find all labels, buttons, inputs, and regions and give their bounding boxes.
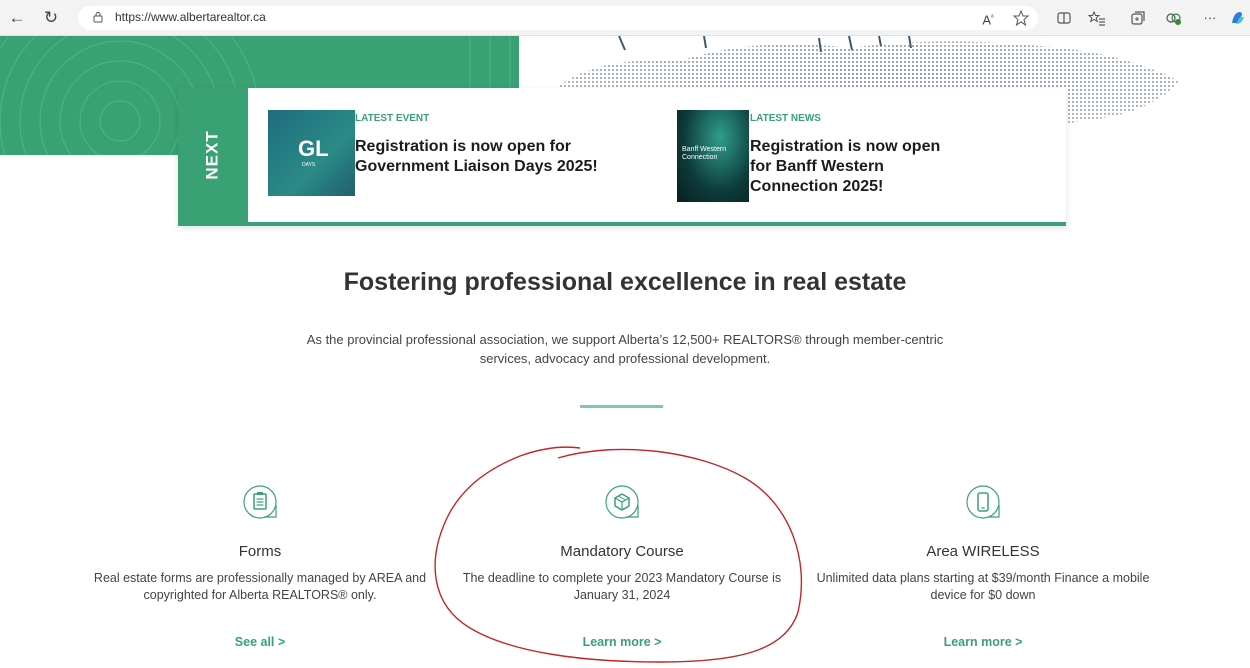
feature-course-title: Mandatory Course — [560, 543, 684, 560]
event-thumb-sub: DAYS — [302, 162, 316, 168]
extension-icon[interactable] — [1164, 9, 1182, 27]
feature-mandatory-course: Mandatory Course The deadline to complet… — [452, 484, 792, 604]
event-thumb-logo: GL — [298, 136, 329, 161]
event-kicker: LATEST EVENT — [355, 113, 430, 124]
clipboard-icon — [243, 485, 277, 519]
lock-icon — [93, 12, 103, 23]
copilot-icon[interactable] — [1228, 9, 1246, 27]
favorites-list-icon[interactable] — [1088, 9, 1106, 27]
news-thumb-text: Banff Western Connection — [682, 146, 727, 161]
event-title-link[interactable]: Registration is now open for Government … — [355, 137, 655, 177]
feature-forms: Forms Real estate forms are professional… — [90, 484, 430, 604]
feature-forms-title: Forms — [238, 543, 282, 560]
refresh-icon[interactable]: ↻ — [40, 7, 62, 29]
page-headline: Fostering professional excellence in rea… — [343, 268, 907, 296]
feature-area-wireless: Area WIRELESS Unlimited data plans start… — [813, 484, 1153, 604]
news-thumbnail[interactable]: Banff Western Connection — [677, 110, 749, 202]
phone-icon — [966, 485, 1000, 519]
address-bar[interactable]: https://www.albertarealtor.ca — [78, 6, 1038, 30]
back-arrow-icon[interactable]: ← — [6, 7, 28, 29]
collections-icon[interactable] — [1129, 9, 1147, 27]
feature-wireless-title: Area WIRELESS — [926, 543, 1040, 560]
news-title-link[interactable]: Registration is now open for Banff Weste… — [750, 137, 960, 197]
feature-forms-desc: Real estate forms are professionally man… — [93, 571, 427, 602]
url-text: https://www.albertarealtor.ca — [115, 10, 266, 24]
see-all-forms-link[interactable]: See all > — [90, 635, 430, 649]
section-divider — [580, 405, 663, 408]
read-aloud-icon[interactable]: Aᵃ — [979, 9, 997, 27]
favorite-star-icon[interactable] — [1012, 9, 1030, 27]
split-screen-icon[interactable] — [1055, 9, 1073, 27]
cube-icon — [605, 485, 639, 519]
course-learn-more-link[interactable]: Learn more > — [452, 635, 792, 649]
feature-course-desc: The deadline to complete your 2023 Manda… — [462, 571, 782, 602]
wireless-learn-more-link[interactable]: Learn more > — [813, 635, 1153, 649]
more-options-icon[interactable]: ··· — [1201, 9, 1219, 27]
next-label: NEXT — [203, 130, 222, 180]
feature-wireless-desc: Unlimited data plans starting at $39/mon… — [816, 571, 1150, 602]
news-kicker: LATEST NEWS — [750, 113, 821, 124]
browser-toolbar: ← ↻ https://www.albertarealtor.ca Aᵃ ··· — [0, 0, 1250, 36]
next-panel: NEXT GL DAYS LATEST EVENT Registration i… — [178, 88, 1066, 226]
intro-text: As the provincial professional associati… — [306, 332, 944, 366]
event-thumbnail[interactable]: GL DAYS — [268, 110, 355, 196]
